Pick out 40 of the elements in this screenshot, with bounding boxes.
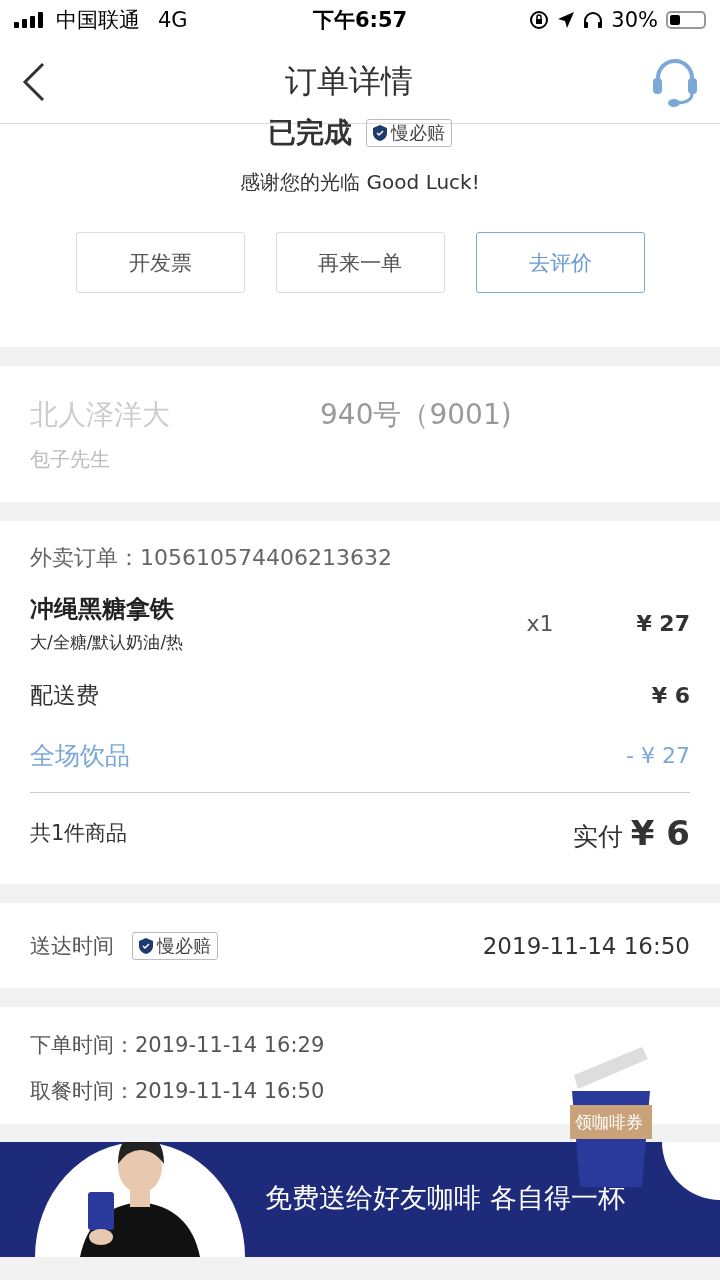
- order-number: 105610574406213632: [140, 545, 392, 570]
- product-options: 大/全糖/默认奶油/热: [30, 631, 527, 654]
- action-button[interactable]: 开发票: [75, 232, 245, 293]
- order-status: 已完成: [268, 115, 352, 151]
- product-quantity: x1: [526, 611, 555, 636]
- promo-banner[interactable]: 免费送给好友咖啡 各自得一杯: [0, 1142, 720, 1257]
- delivery-time: 2019-11-14 16:50: [482, 932, 690, 959]
- delivery-label: 送达时间: [30, 932, 114, 960]
- shield-icon: [139, 937, 153, 954]
- time-value: 2019-11-14 16:50: [135, 1079, 325, 1103]
- product-price: ¥ 27: [636, 611, 690, 636]
- carrier-name: 中国联通: [56, 7, 140, 34]
- battery-percent: 30%: [611, 8, 658, 32]
- back-icon[interactable]: [22, 61, 46, 102]
- item-count: 共1件商品: [30, 820, 128, 847]
- paid-label: 实付: [572, 821, 623, 853]
- fee-amount: - ¥ 27: [626, 743, 690, 768]
- fee-label: 配送费: [30, 681, 99, 710]
- network-type: 4G: [158, 8, 188, 32]
- order-number-label: 外卖订单：: [30, 545, 140, 570]
- paid-amount: ¥ 6: [630, 813, 690, 853]
- thanks-message: 感谢您的光临 Good Luck!: [240, 169, 480, 196]
- badge-text: 慢必赔: [391, 121, 445, 145]
- time-value: 2019-11-14 16:29: [135, 1033, 325, 1057]
- time-label: 下单时间：: [30, 1033, 135, 1057]
- address-text: 940号（9001): [320, 397, 512, 433]
- product-name: 冲绳黑糖拿铁: [30, 594, 175, 625]
- battery-icon: [666, 11, 706, 29]
- contact-name: 包子先生: [30, 446, 111, 473]
- location-arrow-icon: [557, 11, 576, 29]
- coupon-label: 领咖啡券: [575, 1112, 643, 1132]
- action-button[interactable]: 再来一单: [275, 232, 445, 293]
- rotation-lock-icon: [529, 10, 550, 30]
- fee-amount: ¥ 6: [651, 683, 690, 708]
- page-title: 订单详情: [285, 60, 413, 102]
- headphones-icon: [583, 11, 604, 29]
- clock-time: 下午6:57: [312, 7, 408, 34]
- time-label: 取餐时间：: [30, 1079, 135, 1103]
- fee-label: 全场饮品: [30, 740, 130, 772]
- badge-text: 慢必赔: [157, 933, 211, 958]
